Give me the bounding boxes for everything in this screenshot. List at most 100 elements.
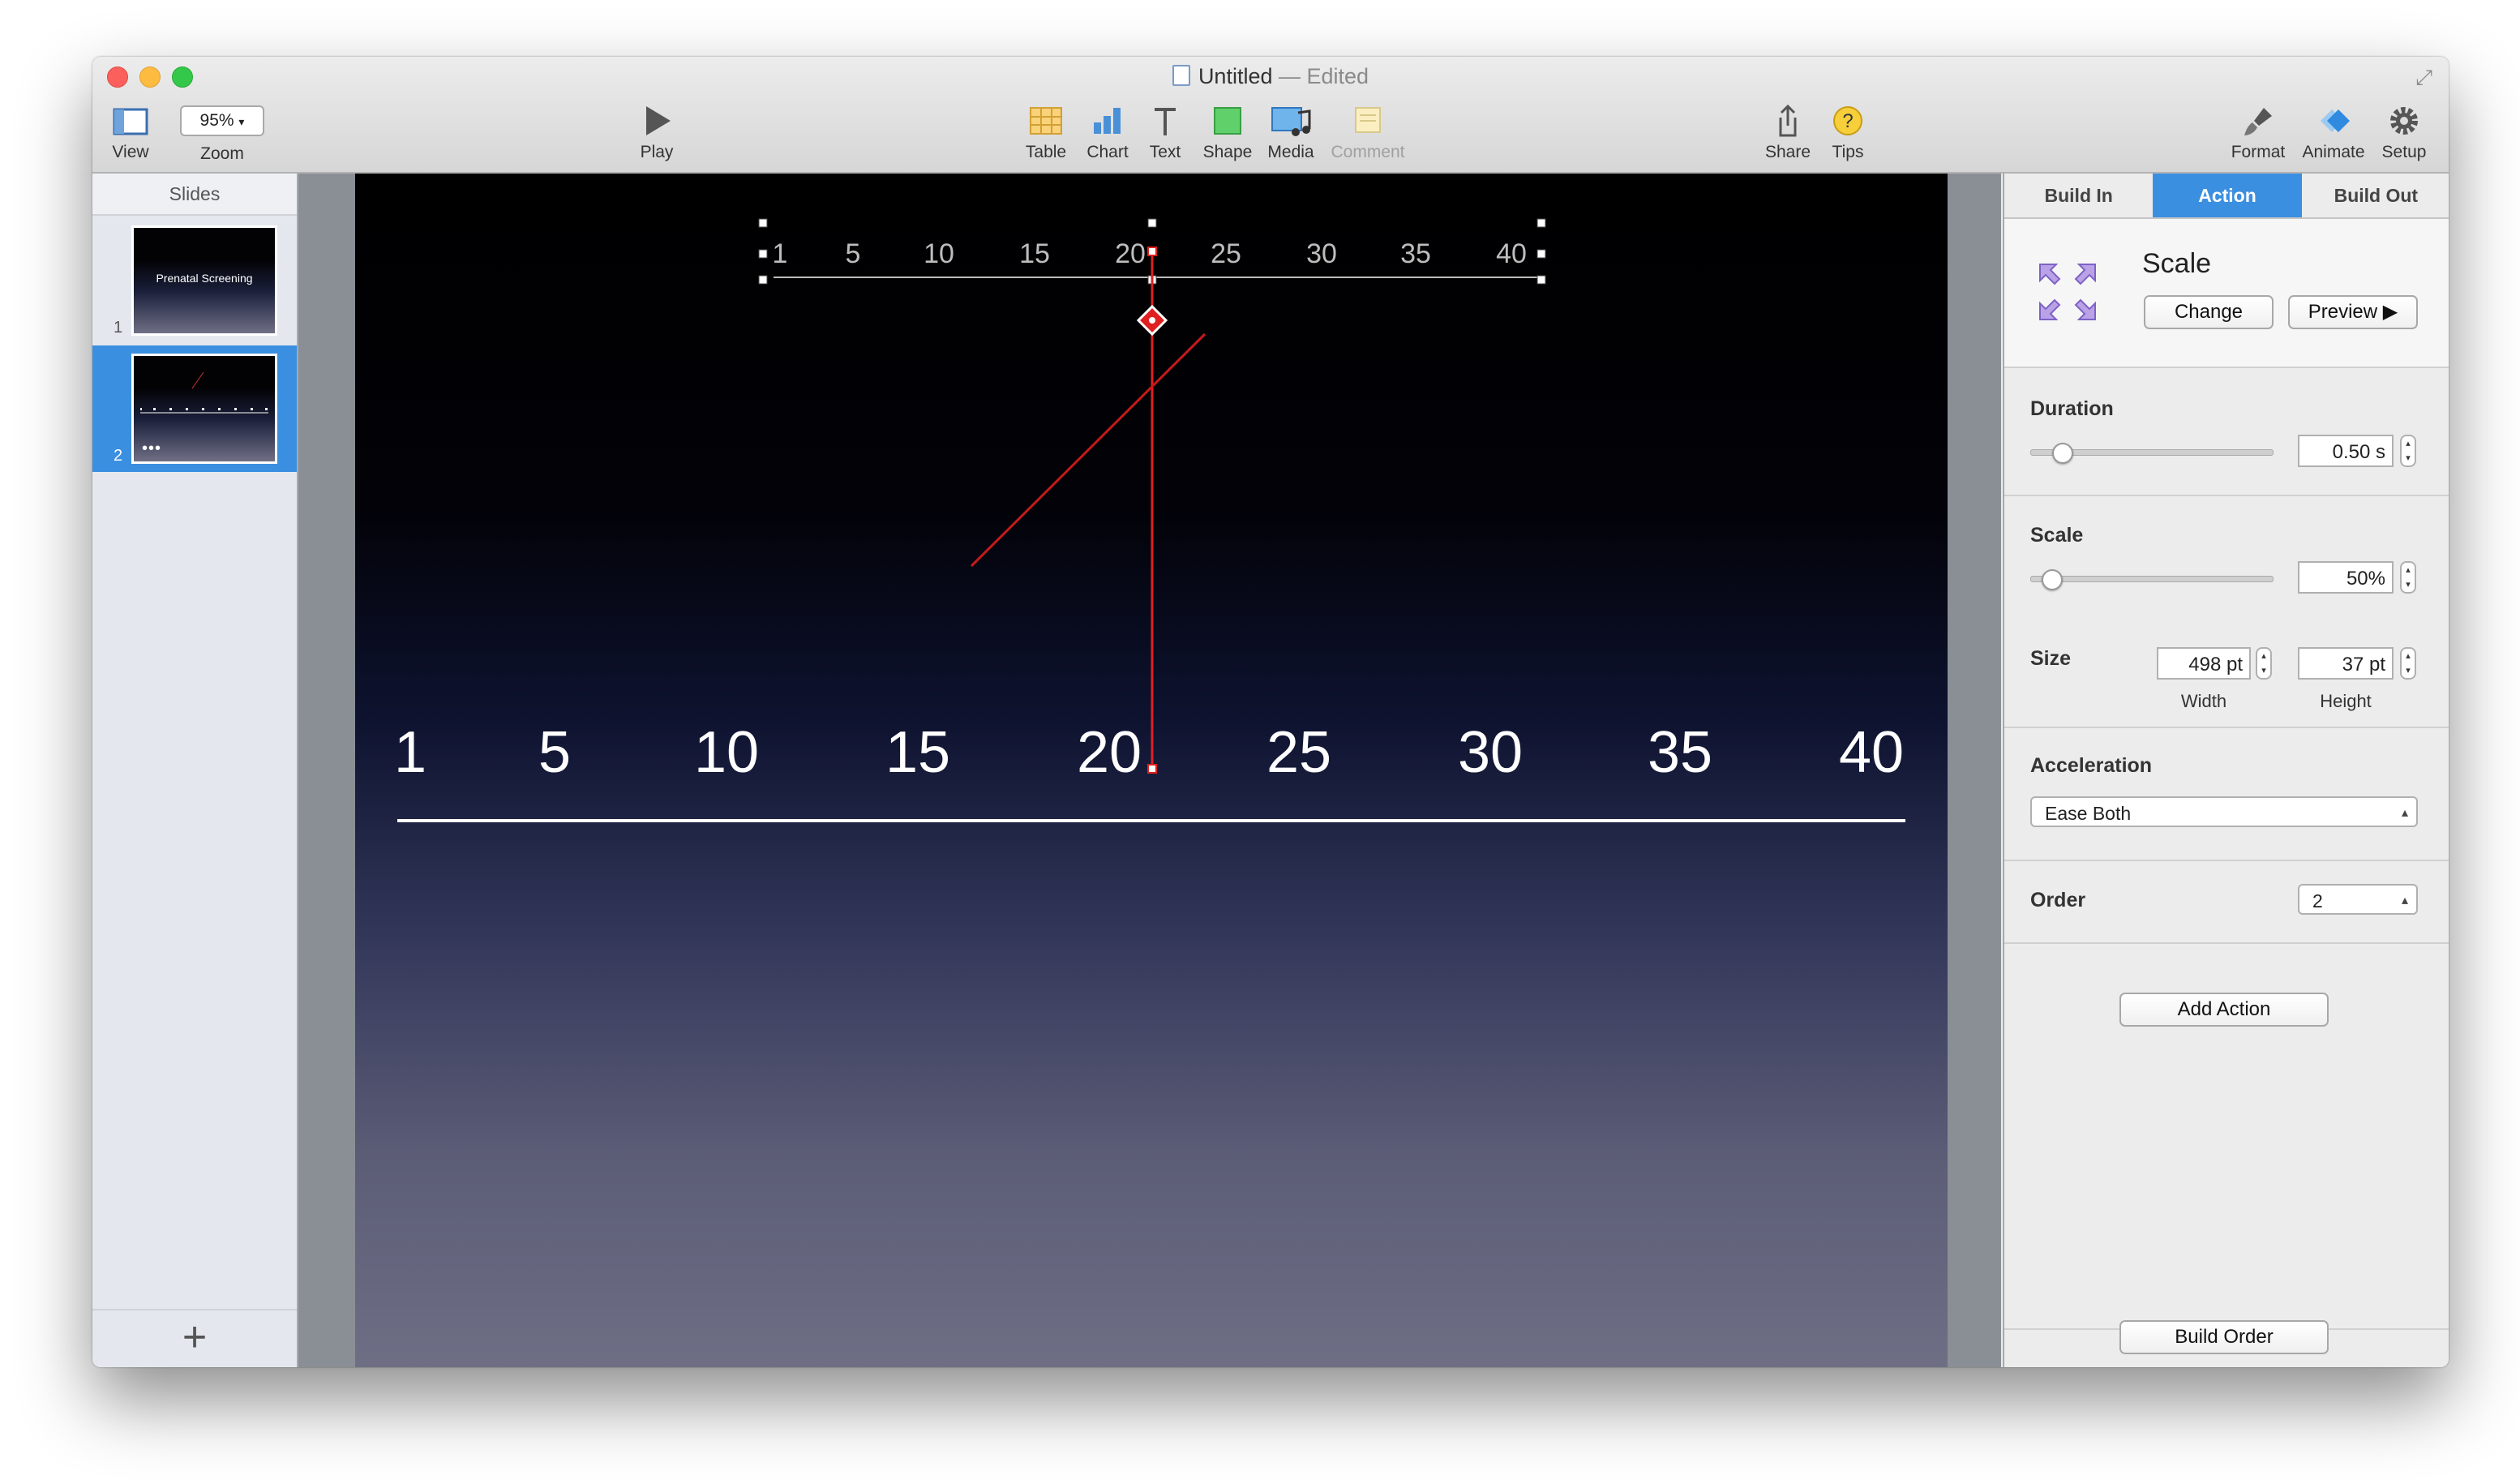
width-label: Width bbox=[2180, 691, 2227, 711]
tips-label: Tips bbox=[1832, 143, 1864, 161]
chart-label: Chart bbox=[1086, 143, 1129, 161]
fullscreen-icon[interactable]: ⤢ bbox=[2415, 65, 2432, 91]
slides-header: Slides bbox=[92, 174, 297, 216]
build-tabs: Build In Action Build Out bbox=[2004, 174, 2449, 219]
format-button[interactable]: Format bbox=[2223, 102, 2293, 162]
preview-button[interactable]: Preview ▶ bbox=[2288, 295, 2418, 329]
add-slide-button[interactable]: + bbox=[92, 1309, 297, 1367]
toolbar: Untitled — Edited ⤢ View 95% ▾ Zoom Play bbox=[92, 57, 2449, 174]
slide-thumbnail-image: ••• bbox=[131, 354, 277, 464]
comment-icon bbox=[1355, 107, 1381, 133]
slide-thumbnail-image: Prenatal Screening bbox=[131, 225, 277, 336]
path-start-handle[interactable] bbox=[1147, 247, 1157, 256]
comment-button[interactable]: Comment bbox=[1323, 102, 1412, 162]
control-tangent-line[interactable] bbox=[970, 332, 1206, 568]
chart-icon bbox=[1094, 108, 1121, 134]
large-scale-label: 20 bbox=[1077, 720, 1142, 785]
small-scale-label: 15 bbox=[1019, 238, 1050, 269]
acceleration-section: Acceleration Ease Both ▴ bbox=[2004, 728, 2449, 861]
build-order-button[interactable]: Build Order bbox=[2119, 1320, 2329, 1354]
play-label: Play bbox=[640, 143, 674, 161]
order-value: 2 bbox=[2312, 890, 2323, 911]
zoom-label: Zoom bbox=[200, 144, 244, 163]
zoom-popup[interactable]: 95% ▾ bbox=[180, 105, 264, 136]
table-label: Table bbox=[1025, 143, 1067, 161]
small-scale-label: 35 bbox=[1400, 238, 1431, 269]
large-scale-label: 5 bbox=[538, 720, 571, 785]
scale-section: Scale 50% ▴ ▾ Size 498 pt ▴ ▾ Width 37 pt … bbox=[2004, 496, 2449, 728]
tips-button[interactable]: ? Tips bbox=[1819, 102, 1876, 162]
small-scale-label: 20 bbox=[1115, 238, 1146, 269]
width-field[interactable]: 498 pt bbox=[2157, 647, 2251, 680]
slide-navigator: Slides Prenatal Screening 1 ••• 2 + bbox=[92, 174, 298, 1367]
duration-label: Duration bbox=[2030, 397, 2114, 420]
setup-button[interactable]: Setup bbox=[2376, 102, 2432, 162]
play-icon bbox=[646, 106, 671, 135]
slide-canvas-area: 1 5 10 15 20 25 30 35 40 1 5 10 15 20 25… bbox=[298, 174, 2001, 1367]
comment-label: Comment bbox=[1331, 143, 1405, 161]
gear-icon bbox=[2390, 107, 2418, 135]
large-scale-label: 10 bbox=[694, 720, 759, 785]
duration-stepper[interactable]: ▴ ▾ bbox=[2400, 435, 2416, 467]
document-icon bbox=[1172, 65, 1190, 86]
slide-thumbnail-1[interactable]: Prenatal Screening 1 bbox=[92, 217, 297, 344]
add-action-button[interactable]: Add Action bbox=[2119, 993, 2329, 1027]
play-button[interactable]: Play bbox=[623, 102, 691, 162]
share-label: Share bbox=[1764, 143, 1811, 161]
table-button[interactable]: Table bbox=[1014, 102, 1078, 162]
large-scale-label: 15 bbox=[885, 720, 950, 785]
build-indicator: ••• bbox=[142, 440, 162, 457]
slide-canvas[interactable]: 1 5 10 15 20 25 30 35 40 1 5 10 15 20 25… bbox=[355, 174, 1948, 1367]
order-section: Order 2 ▴ bbox=[2004, 861, 2449, 944]
scale-slider-track[interactable] bbox=[2030, 576, 2274, 582]
large-scale-label: 35 bbox=[1648, 720, 1712, 785]
scale-field[interactable]: 50% bbox=[2298, 561, 2394, 594]
tips-icon: ? bbox=[1833, 106, 1862, 135]
share-icon bbox=[1779, 104, 1797, 137]
chart-button[interactable]: Chart bbox=[1075, 102, 1140, 162]
large-scale-label: 30 bbox=[1458, 720, 1523, 785]
change-button[interactable]: Change bbox=[2144, 295, 2274, 329]
format-label: Format bbox=[2231, 143, 2286, 161]
setup-label: Setup bbox=[2381, 143, 2427, 161]
shape-button[interactable]: Shape bbox=[1195, 102, 1260, 162]
tab-build-in[interactable]: Build In bbox=[2004, 174, 2153, 217]
scale-stepper[interactable]: ▴ ▾ bbox=[2400, 561, 2416, 594]
acceleration-popup[interactable]: Ease Both ▴ bbox=[2030, 796, 2418, 827]
shape-icon bbox=[1214, 107, 1241, 135]
view-button[interactable]: View bbox=[102, 102, 159, 162]
document-name: Untitled bbox=[1198, 64, 1273, 88]
text-label: Text bbox=[1149, 143, 1181, 161]
path-control-point[interactable] bbox=[1136, 304, 1168, 337]
window-title: Untitled — Edited bbox=[92, 62, 2449, 91]
height-stepper[interactable]: ▴ ▾ bbox=[2400, 647, 2416, 680]
animate-inspector: Build In Action Build Out Scale Change P… bbox=[2003, 174, 2449, 1367]
order-popup[interactable]: 2 ▴ bbox=[2298, 884, 2418, 915]
width-stepper[interactable]: ▴ ▾ bbox=[2256, 647, 2272, 680]
large-scale-label: 1 bbox=[394, 720, 426, 785]
share-button[interactable]: Share bbox=[1758, 102, 1818, 162]
zoom-control[interactable]: 95% ▾ Zoom bbox=[175, 104, 269, 164]
media-icon bbox=[1271, 107, 1311, 136]
path-end-handle[interactable] bbox=[1147, 764, 1157, 774]
animate-label: Animate bbox=[2302, 143, 2365, 161]
slide-graphics: 1 5 10 15 20 25 30 35 40 1 5 10 15 20 25… bbox=[394, 218, 1905, 822]
view-icon bbox=[113, 108, 148, 135]
animate-button[interactable]: Animate bbox=[2295, 102, 2372, 162]
scale-label: Scale bbox=[2030, 524, 2084, 547]
thumbnail-title: Prenatal Screening bbox=[156, 272, 253, 285]
slide-thumbnail-2[interactable]: ••• 2 bbox=[92, 345, 297, 472]
text-button[interactable]: Text bbox=[1137, 102, 1194, 162]
scale-slider-knob[interactable] bbox=[2041, 569, 2063, 590]
tab-build-out[interactable]: Build Out bbox=[2302, 174, 2449, 217]
table-icon bbox=[1030, 107, 1062, 135]
duration-slider-knob[interactable] bbox=[2052, 443, 2074, 464]
height-label: Height bbox=[2320, 691, 2372, 711]
tab-action[interactable]: Action bbox=[2153, 174, 2302, 217]
paintbrush-icon bbox=[2244, 108, 2272, 135]
duration-section: Duration 0.50 s ▴ ▾ bbox=[2004, 368, 2449, 496]
height-field[interactable]: 37 pt bbox=[2298, 647, 2394, 680]
large-scale-labels: 1 5 10 15 20 25 30 35 40 bbox=[394, 720, 1904, 785]
duration-field[interactable]: 0.50 s bbox=[2298, 435, 2394, 467]
media-button[interactable]: Media bbox=[1257, 102, 1325, 162]
